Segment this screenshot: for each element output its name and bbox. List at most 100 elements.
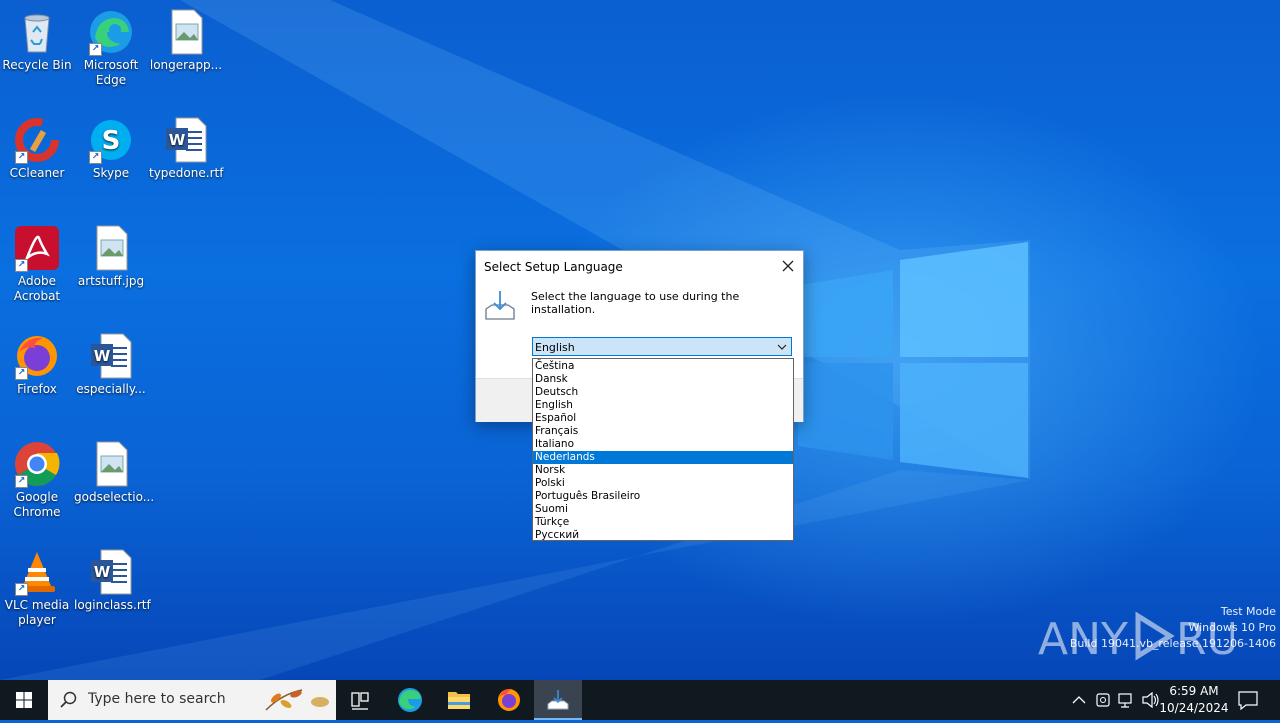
language-option[interactable]: Dansk (533, 373, 793, 386)
shortcut-arrow-icon: ↗ (15, 367, 28, 380)
taskbar-firefox[interactable] (485, 680, 533, 720)
shortcut-arrow-icon: ↗ (15, 583, 28, 596)
autumn-leaves-search-highlight-icon (265, 689, 329, 711)
image-file-icon (87, 224, 135, 272)
firefox-icon (498, 688, 520, 711)
desktop-icon-skype[interactable]: S ↗ Skype (74, 116, 148, 181)
vlc-icon: ↗ (13, 548, 61, 596)
svg-text:W: W (169, 131, 186, 149)
language-option[interactable]: Türkçe (533, 516, 793, 529)
desktop-icon-label: Skype (92, 166, 130, 180)
notification-icon (1238, 691, 1258, 711)
folder-icon (448, 692, 470, 709)
desktop-icon-label: Google Chrome (13, 490, 61, 519)
desktop-icon-label: CCleaner (9, 166, 65, 180)
desktop-icon-adobe-acrobat[interactable]: ↗ Adobe Acrobat (0, 224, 74, 304)
desktop-icon-label: Firefox (17, 382, 57, 396)
desktop: Recycle Bin ↗ CCleaner ↗ Adobe Acrobat ↗… (0, 0, 1280, 680)
svg-text:W: W (94, 563, 111, 581)
language-option[interactable]: Deutsch (533, 386, 793, 399)
language-select-value: English (535, 341, 575, 354)
watermark-line: Test Mode (1220, 605, 1276, 618)
desktop-icon-especially[interactable]: W especially... (74, 332, 148, 397)
image-file-icon (87, 440, 135, 488)
desktop-icon-godselection[interactable]: godselectio... (74, 440, 155, 505)
desktop-icon-vlc[interactable]: ↗ VLC media player (0, 548, 74, 628)
image-file-icon (162, 8, 210, 56)
dialog-prompt: Select the language to use during the in… (531, 290, 740, 316)
desktop-icon-artstuff[interactable]: artstuff.jpg (74, 224, 148, 289)
desktop-icon-label: VLC media player (4, 598, 70, 627)
start-button[interactable] (0, 680, 48, 720)
language-option[interactable]: English (533, 399, 793, 412)
chevron-up-icon (1072, 696, 1086, 704)
word-document-icon: W (87, 548, 135, 596)
chrome-icon: ↗ (13, 440, 61, 488)
acrobat-icon: ↗ (13, 224, 61, 272)
desktop-icon-typedone[interactable]: W typedone.rtf (149, 116, 223, 181)
desktop-icon-longerapp[interactable]: longerapp... (149, 8, 223, 73)
task-view-button[interactable] (336, 680, 384, 720)
svg-text:S: S (102, 126, 121, 156)
meet-now-button[interactable] (1092, 680, 1114, 720)
shortcut-arrow-icon: ↗ (89, 151, 102, 164)
firefox-icon: ↗ (13, 332, 61, 380)
recycle-bin-icon (13, 8, 61, 56)
language-option[interactable]: Русский (533, 529, 793, 542)
desktop-icon-label: especially... (76, 382, 146, 396)
watermark-line: Windows 10 Pro (1188, 621, 1276, 634)
desktop-icon-ccleaner[interactable]: ↗ CCleaner (0, 116, 74, 181)
show-hidden-icons-button[interactable] (1068, 680, 1090, 720)
search-box[interactable]: Type here to search (48, 680, 336, 720)
language-option[interactable]: Español (533, 412, 793, 425)
language-option[interactable]: Čeština (533, 360, 793, 373)
desktop-icon-firefox[interactable]: ↗ Firefox (0, 332, 74, 397)
clock-date: 10/24/2024 (1159, 701, 1229, 715)
shortcut-arrow-icon: ↗ (15, 475, 28, 488)
edge-icon: ↗ (87, 8, 135, 56)
setup-install-icon (547, 690, 569, 710)
clock[interactable]: 6:59 AM 10/24/2024 (1158, 683, 1230, 717)
notifications-button[interactable] (1234, 680, 1262, 720)
clock-time: 6:59 AM (1169, 684, 1219, 698)
network-icon (1118, 693, 1132, 708)
desktop-icon-label: longerapp... (149, 58, 223, 72)
taskbar-file-explorer[interactable] (435, 680, 483, 720)
desktop-icon-recycle-bin[interactable]: Recycle Bin (0, 8, 74, 73)
language-option[interactable]: Norsk (533, 464, 793, 477)
desktop-icon-microsoft-edge[interactable]: ↗ Microsoft Edge (74, 8, 148, 88)
word-document-icon: W (87, 332, 135, 380)
watermark-line: Build 19041.vb_release.191206-1406 (1069, 637, 1276, 650)
desktop-icon-label: loginclass.rtf (74, 598, 151, 612)
desktop-icon-label: Adobe Acrobat (13, 274, 61, 303)
desktop-icon-label: Microsoft Edge (83, 58, 139, 87)
language-dropdown-list: Čeština Dansk Deutsch English Español Françai… (532, 358, 794, 541)
language-option[interactable]: Français (533, 425, 793, 438)
search-placeholder: Type here to search (88, 691, 226, 707)
language-option[interactable]: Português Brasileiro (533, 490, 793, 503)
dialog-title: Select Setup Language (484, 260, 623, 274)
edge-icon (398, 688, 422, 712)
test-mode-watermark: Test Mode Windows 10 Pro Build 19041.vb_… (1070, 604, 1276, 652)
desktop-icon-label: typedone.rtf (149, 166, 224, 180)
close-button[interactable] (773, 251, 803, 281)
desktop-icon-label: artstuff.jpg (77, 274, 145, 288)
desktop-icon-label: godselectio... (74, 490, 155, 504)
desktop-icon-loginclass[interactable]: W loginclass.rtf (74, 548, 151, 613)
language-option[interactable]: Italiano (533, 438, 793, 451)
language-option[interactable]: Nederlands (533, 451, 793, 464)
taskbar-edge[interactable] (386, 680, 434, 720)
shortcut-arrow-icon: ↗ (89, 43, 102, 56)
language-select[interactable]: English (532, 337, 792, 356)
language-option[interactable]: Suomi (533, 503, 793, 516)
setup-install-icon (485, 291, 515, 320)
taskbar-setup-app[interactable] (534, 680, 582, 720)
shortcut-arrow-icon: ↗ (15, 259, 28, 272)
taskbar: Type here to search 6:59 AM 10/24/2024 (0, 680, 1280, 720)
desktop-icon-google-chrome[interactable]: ↗ Google Chrome (0, 440, 74, 520)
network-button[interactable] (1116, 680, 1138, 720)
language-option[interactable]: Polski (533, 477, 793, 490)
close-icon (782, 260, 794, 272)
meet-now-icon (1096, 693, 1110, 707)
svg-text:W: W (94, 347, 111, 365)
